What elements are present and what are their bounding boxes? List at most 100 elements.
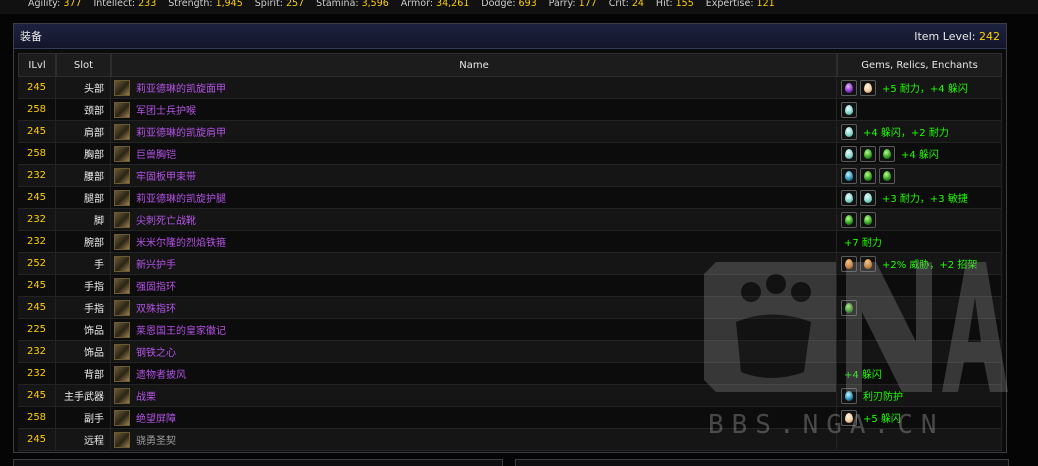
- item-name-link[interactable]: 钢铁之心: [136, 344, 176, 359]
- table-header-row: ILvl Slot Name Gems, Relics, Enchants: [18, 53, 1002, 77]
- item-name-link[interactable]: 军团士兵护喉: [136, 102, 196, 117]
- stat-value: 177: [578, 0, 597, 9]
- item-name-link[interactable]: 遗物者披风: [136, 366, 186, 381]
- gem-list: [841, 99, 1001, 120]
- gem-icon[interactable]: [841, 189, 857, 206]
- item-name-link[interactable]: 牢固板甲束带: [136, 168, 196, 183]
- item-icon[interactable]: [114, 365, 130, 382]
- gem-icon[interactable]: [841, 211, 857, 228]
- item-icon[interactable]: [114, 233, 130, 250]
- item-icon[interactable]: [114, 189, 130, 206]
- gem-icon[interactable]: [841, 387, 857, 404]
- gem-icon[interactable]: [860, 145, 876, 162]
- column-header-ilvl[interactable]: ILvl: [18, 53, 56, 77]
- item-icon[interactable]: [114, 79, 130, 96]
- gem-list: +4 躲闪: [841, 363, 1001, 384]
- item-level-cell: 258: [18, 99, 56, 121]
- gem-icon[interactable]: [860, 167, 876, 184]
- gem-list: +5 耐力，+4 躲闪: [841, 77, 1001, 98]
- gem-icon[interactable]: [879, 167, 895, 184]
- equipment-rows: 245 头部 莉亚德琳的凯旋面甲 +5 耐力，+4 躲闪 258 颈部 军团士兵护喉 245 肩…: [18, 77, 1002, 451]
- item-icon[interactable]: [114, 431, 130, 448]
- item-icon[interactable]: [114, 123, 130, 140]
- gems-cell: +4 躲闪: [837, 143, 1002, 165]
- item-icon[interactable]: [114, 145, 130, 162]
- item-name-link[interactable]: 莉亚德琳的凯旋面甲: [136, 80, 226, 95]
- item-name-link[interactable]: 双殊指环: [136, 300, 176, 315]
- item-level-cell: 245: [18, 429, 56, 451]
- item-name-link[interactable]: 莱恩国王的皇家徽记: [136, 322, 226, 337]
- stat-value: 121: [756, 0, 775, 9]
- gem-icon[interactable]: [841, 145, 857, 162]
- item-name-link[interactable]: 米米尔隆的烈焰铁箍: [136, 234, 226, 249]
- table-row: 245 远程 骁勇圣契: [18, 429, 1002, 451]
- stat-label: Parry:: [548, 0, 576, 9]
- stat-value: 1,945: [215, 0, 243, 9]
- stat-intellect: Intellect: 233: [93, 0, 156, 9]
- stat-armor: Armor: 34,261: [401, 0, 470, 9]
- gem-icon[interactable]: [860, 211, 876, 228]
- item-name-wrapper: 钢铁之心: [114, 341, 836, 362]
- item-icon[interactable]: [114, 277, 130, 294]
- gems-cell: 利刃防护: [837, 385, 1002, 407]
- gem-icon[interactable]: [879, 145, 895, 162]
- stat-value: 3,596: [361, 0, 389, 9]
- gem-list: +4 躲闪，+2 耐力: [841, 121, 1001, 142]
- item-name-link[interactable]: 强固指环: [136, 278, 176, 293]
- item-name-cell: 莉亚德琳的凯旋护腿: [111, 187, 837, 209]
- gem-list: [841, 209, 1001, 230]
- item-name-link[interactable]: 骁勇圣契: [136, 432, 176, 447]
- item-name-link[interactable]: 战栗: [136, 388, 156, 403]
- gem-list: +3 耐力，+3 敏捷: [841, 187, 1001, 208]
- item-level-cell: 252: [18, 253, 56, 275]
- gem-list: [841, 297, 1001, 318]
- item-level-cell: 245: [18, 385, 56, 407]
- item-name-cell: 巨兽胸铠: [111, 143, 837, 165]
- gem-icon[interactable]: [841, 167, 857, 184]
- item-icon[interactable]: [114, 101, 130, 118]
- gem-icon[interactable]: [841, 409, 857, 426]
- column-header-slot[interactable]: Slot: [56, 53, 111, 77]
- stat-label: Stamina:: [316, 0, 359, 9]
- item-icon[interactable]: [114, 409, 130, 426]
- item-name-wrapper: 强固指环: [114, 275, 836, 296]
- item-icon[interactable]: [114, 343, 130, 360]
- gem-icon[interactable]: [841, 255, 857, 272]
- item-icon[interactable]: [114, 255, 130, 272]
- gem-icon[interactable]: [841, 123, 857, 140]
- table-row: 258 颈部 军团士兵护喉: [18, 99, 1002, 121]
- item-name-link[interactable]: 新兴护手: [136, 256, 176, 271]
- gem-icon[interactable]: [841, 101, 857, 118]
- item-icon[interactable]: [114, 387, 130, 404]
- item-name-link[interactable]: 绝望屏障: [136, 410, 176, 425]
- column-header-name[interactable]: Name: [111, 53, 837, 77]
- gems-cell: +5 耐力，+4 躲闪: [837, 77, 1002, 99]
- item-name-wrapper: 新兴护手: [114, 253, 836, 274]
- stat-agility: Agility: 377: [28, 0, 81, 9]
- item-name-wrapper: 双殊指环: [114, 297, 836, 318]
- gem-icon[interactable]: [841, 79, 857, 96]
- gem-icon[interactable]: [860, 189, 876, 206]
- slot-cell: 脚: [56, 209, 111, 231]
- item-icon[interactable]: [114, 321, 130, 338]
- item-icon[interactable]: [114, 299, 130, 316]
- column-header-gems[interactable]: Gems, Relics, Enchants: [837, 53, 1002, 77]
- item-name-link[interactable]: 莉亚德琳的凯旋肩甲: [136, 124, 226, 139]
- item-name-cell: 强固指环: [111, 275, 837, 297]
- item-icon[interactable]: [114, 211, 130, 228]
- gem-icon[interactable]: [860, 255, 876, 272]
- table-row: 232 饰品 钢铁之心: [18, 341, 1002, 363]
- item-icon[interactable]: [114, 167, 130, 184]
- gem-icon[interactable]: [860, 79, 876, 96]
- table-row: 232 背部 遗物者披风 +4 躲闪: [18, 363, 1002, 385]
- stat-label: Armor:: [400, 0, 434, 9]
- item-name-link[interactable]: 巨兽胸铠: [136, 146, 176, 161]
- item-name-wrapper: 军团士兵护喉: [114, 99, 836, 120]
- gem-icon[interactable]: [841, 299, 857, 316]
- table-row: 245 头部 莉亚德琳的凯旋面甲 +5 耐力，+4 躲闪: [18, 77, 1002, 99]
- gems-cell: [837, 209, 1002, 231]
- item-name-link[interactable]: 尖刺死亡战靴: [136, 212, 196, 227]
- stat-value: 24: [631, 0, 644, 9]
- item-name-link[interactable]: 莉亚德琳的凯旋护腿: [136, 190, 226, 205]
- gem-list: 利刃防护: [841, 385, 1001, 406]
